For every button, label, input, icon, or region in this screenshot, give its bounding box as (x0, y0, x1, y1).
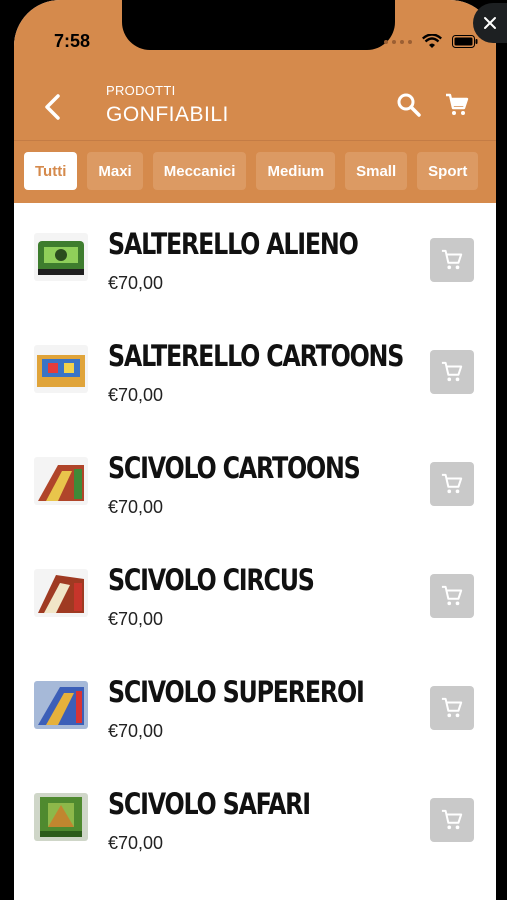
search-button[interactable] (396, 92, 422, 123)
tab-meccanici[interactable]: Meccanici (152, 152, 247, 190)
product-image (34, 457, 88, 505)
chevron-left-icon (45, 94, 60, 120)
category-tabs: Tutti Maxi Meccanici Medium Small Sport (24, 152, 479, 192)
tab-tutti[interactable]: Tutti (24, 152, 78, 190)
device-notch (122, 0, 395, 50)
add-to-cart-button[interactable] (430, 350, 474, 394)
page-overline: PRODOTTI (106, 83, 176, 98)
shopping-cart-icon (441, 361, 463, 382)
product-name: SCIVOLO SAFARI (108, 787, 311, 821)
page-title: GONFIABILI (106, 103, 229, 126)
product-name: SCIVOLO CARTOONS (108, 451, 361, 485)
list-item[interactable]: SCIVOLO SAFARI €70,00 (14, 763, 496, 875)
shopping-cart-icon (441, 697, 463, 718)
product-image (34, 681, 88, 729)
search-icon (397, 93, 421, 117)
add-to-cart-button[interactable] (430, 238, 474, 282)
product-price: €70,00 (108, 497, 164, 517)
shopping-cart-icon (441, 809, 463, 830)
shopping-cart-icon (441, 585, 463, 606)
product-image (34, 233, 88, 281)
product-image (34, 793, 88, 841)
product-price: €70,00 (108, 385, 164, 405)
wifi-icon (422, 34, 442, 49)
battery-icon (452, 35, 478, 48)
tab-sport[interactable]: Sport (417, 152, 479, 190)
product-image (34, 345, 88, 393)
cart-button[interactable] (445, 93, 469, 122)
list-item[interactable]: SCIVOLO CIRCUS €70,00 (14, 539, 496, 651)
close-icon (484, 17, 496, 29)
navigation-bar: PRODOTTI GONFIABILI (14, 78, 496, 138)
product-price: €70,00 (108, 721, 164, 741)
close-button[interactable] (473, 3, 507, 43)
shopping-cart-icon (446, 93, 469, 115)
list-item[interactable]: SCIVOLO SUPEREROI €70,00 (14, 651, 496, 763)
add-to-cart-button[interactable] (430, 798, 474, 842)
product-name: SCIVOLO SUPEREROI (108, 675, 365, 709)
product-name: SALTERELLO ALIENO (108, 227, 359, 261)
add-to-cart-button[interactable] (430, 574, 474, 618)
product-name: SCIVOLO CIRCUS (108, 563, 315, 597)
header-divider (14, 140, 496, 141)
status-icons (384, 34, 478, 49)
list-item[interactable]: SALTERELLO CARTOONS €70,00 (14, 315, 496, 427)
product-price: €70,00 (108, 273, 164, 293)
signal-dots-icon (384, 39, 412, 44)
add-to-cart-button[interactable] (430, 686, 474, 730)
list-item[interactable]: SALTERELLO ALIENO €70,00 (14, 203, 496, 315)
status-time: 7:58 (54, 31, 91, 51)
tab-maxi[interactable]: Maxi (87, 152, 143, 190)
add-to-cart-button[interactable] (430, 462, 474, 506)
app-screen: 7:58 PRODOTTI GONFIABILI Tutti Maxi Mecc… (14, 0, 496, 900)
shopping-cart-icon (441, 473, 463, 494)
phone-frame: 7:58 PRODOTTI GONFIABILI Tutti Maxi Mecc… (0, 0, 507, 900)
shopping-cart-icon (441, 249, 463, 270)
product-image (34, 569, 88, 617)
product-price: €70,00 (108, 609, 164, 629)
back-button[interactable] (36, 86, 68, 128)
product-name: SALTERELLO CARTOONS (108, 339, 404, 373)
tab-small[interactable]: Small (345, 152, 408, 190)
list-item[interactable]: SCIVOLO CARTOONS €70,00 (14, 427, 496, 539)
product-price: €70,00 (108, 833, 164, 853)
tab-medium[interactable]: Medium (256, 152, 336, 190)
